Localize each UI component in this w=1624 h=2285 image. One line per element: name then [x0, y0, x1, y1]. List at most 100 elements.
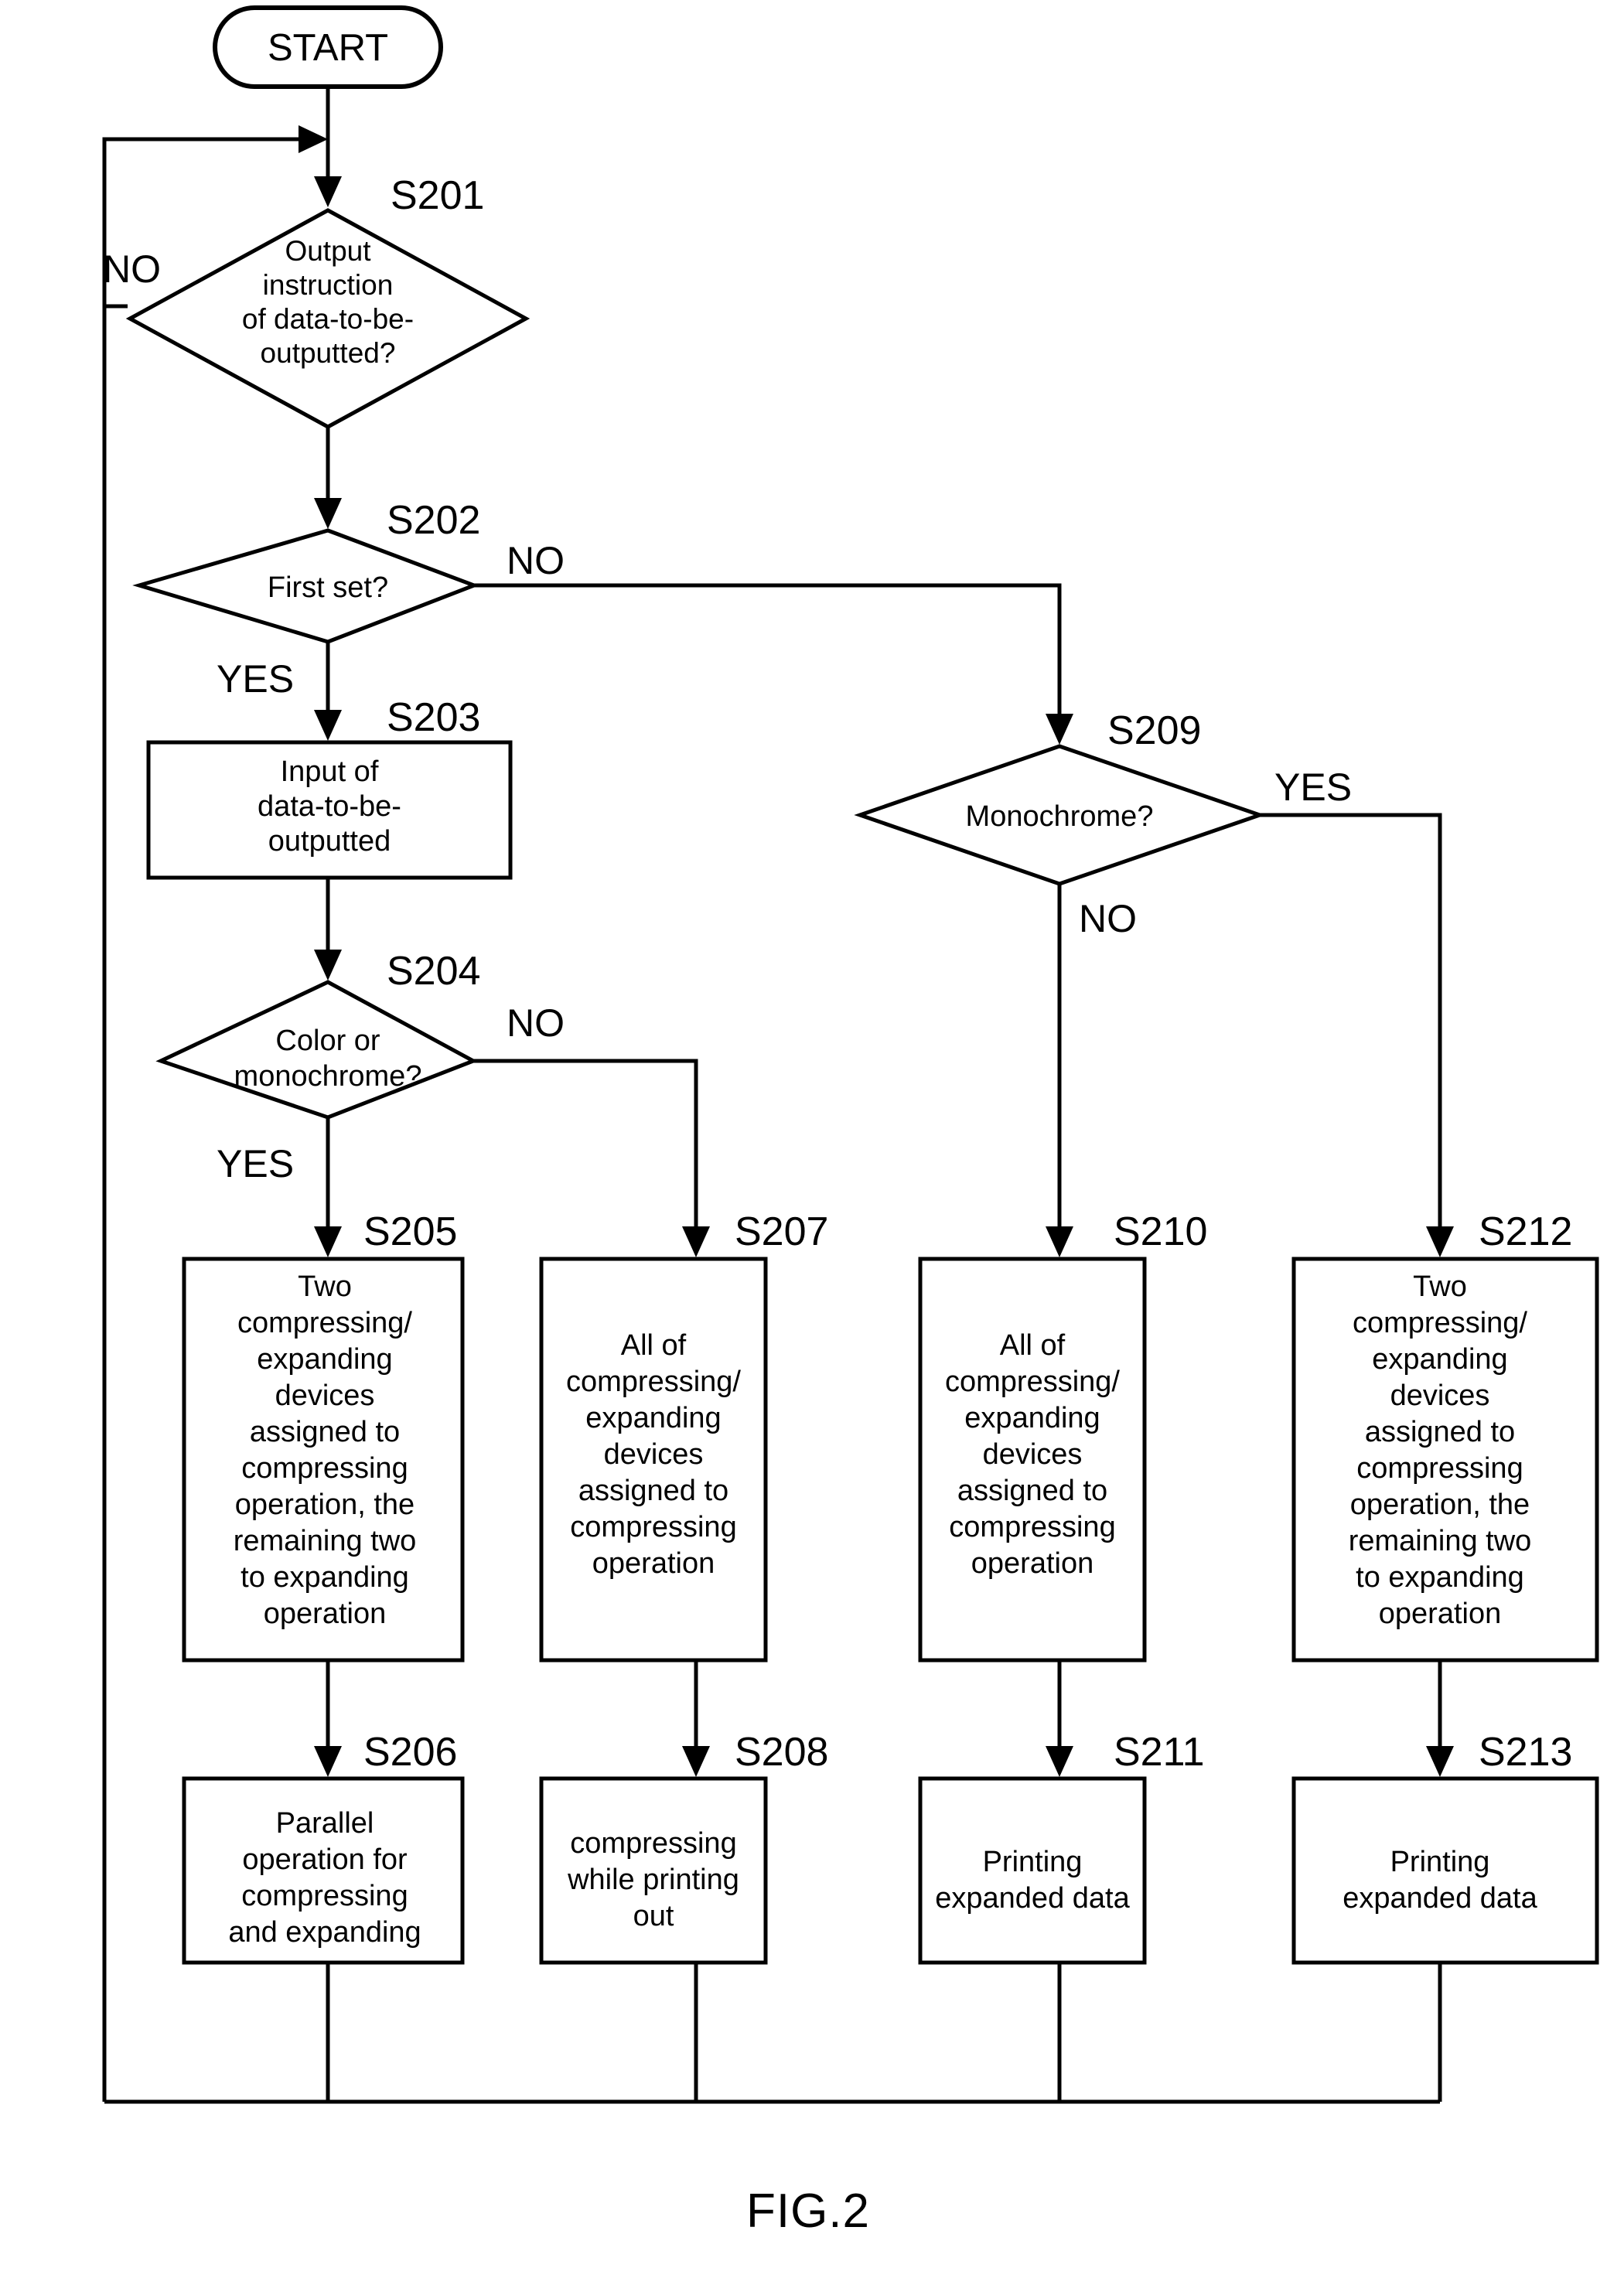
s213-line-0: Printing — [1390, 1846, 1490, 1878]
arrowhead-s209-yes-to-s212 — [1426, 1226, 1454, 1257]
s201-line-2: of data-to-be- — [242, 303, 414, 335]
arrowhead-s204-no-to-s207 — [682, 1226, 710, 1257]
s210-line-0: All of — [1000, 1329, 1066, 1362]
node-s207[interactable]: S207 All of compressing/ expanding devic… — [539, 1209, 828, 1663]
s210-step-id: S210 — [1114, 1209, 1207, 1254]
s212-line-4: assigned to — [1365, 1416, 1515, 1448]
s204-step-id: S204 — [387, 949, 480, 994]
s202-line-0: First set? — [268, 571, 388, 604]
s205-line-1: compressing/ — [237, 1307, 412, 1339]
s201-line-1: instruction — [263, 269, 394, 301]
figure-page: START S201 Output instruction of data-to… — [0, 0, 1624, 2285]
arrowhead-s204-yes-to-s205 — [314, 1226, 342, 1257]
s204-line-1: monochrome? — [234, 1060, 422, 1093]
arrowhead-s203-to-s204 — [314, 950, 342, 981]
node-s210[interactable]: S210 All of compressing/ expanding devic… — [918, 1209, 1207, 1663]
arrowhead-loop-return — [299, 125, 328, 153]
node-s208[interactable]: S208 compressing while printing out — [539, 1730, 828, 1965]
s203-line-1: data-to-be- — [258, 790, 401, 823]
s209-line-0: Monochrome? — [966, 800, 1154, 833]
arrowhead-s212-to-s213 — [1426, 1746, 1454, 1777]
s207-line-2: expanding — [585, 1402, 721, 1434]
node-s202[interactable]: S202 First set? NO YES — [132, 498, 565, 701]
node-s212[interactable]: S212 Two compressing/ expanding devices … — [1291, 1209, 1599, 1663]
s207-step-id: S207 — [735, 1209, 828, 1254]
s212-line-2: expanding — [1372, 1343, 1507, 1376]
s208-line-1: while printing — [567, 1864, 739, 1896]
start-label: START — [268, 27, 388, 69]
s212-line-9: operation — [1379, 1598, 1501, 1630]
s202-branch-yes-label: YES — [217, 657, 294, 701]
s205-line-2: expanding — [257, 1343, 392, 1376]
s210-line-5: compressing — [949, 1511, 1115, 1543]
edge-s209-yes-to-s212 — [1260, 813, 1442, 1236]
s208-step-id: S208 — [735, 1730, 828, 1775]
s212-line-0: Two — [1413, 1270, 1467, 1303]
s211-line-1: expanded data — [935, 1882, 1130, 1915]
s207-line-1: compressing/ — [566, 1366, 741, 1398]
s209-step-id: S209 — [1107, 708, 1201, 753]
s211-step-id: S211 — [1114, 1730, 1205, 1775]
s201-branch-no-label: NO — [103, 247, 161, 291]
figure-caption: FIG.2 — [746, 2184, 870, 2238]
node-s201[interactable]: S201 Output instruction of data-to-be- o… — [103, 173, 531, 429]
arrowhead-s209-no-to-s210 — [1046, 1226, 1073, 1257]
s201-step-id: S201 — [391, 173, 484, 218]
s202-step-id: S202 — [387, 498, 480, 543]
s210-line-6: operation — [971, 1547, 1093, 1580]
s206-line-2: compressing — [241, 1880, 408, 1912]
s210-line-4: assigned to — [957, 1475, 1107, 1507]
arrowhead-start-to-s201 — [314, 176, 342, 207]
s210-line-1: compressing/ — [945, 1366, 1120, 1398]
s202-branch-no-label: NO — [507, 539, 565, 582]
s212-line-6: operation, the — [1350, 1489, 1530, 1521]
s209-branch-yes-label: YES — [1274, 766, 1352, 809]
s205-line-7: remaining two — [234, 1525, 417, 1557]
node-s209[interactable]: S209 Monochrome? YES NO — [854, 708, 1352, 940]
s210-line-2: expanding — [964, 1402, 1100, 1434]
s207-line-6: operation — [592, 1547, 715, 1580]
s209-branch-no-label: NO — [1079, 897, 1137, 940]
s204-branch-yes-label: YES — [217, 1142, 294, 1185]
s208-line-0: compressing — [570, 1827, 736, 1860]
s206-line-1: operation for — [242, 1843, 408, 1876]
arrowhead-s207-to-s208 — [682, 1746, 710, 1777]
s205-line-0: Two — [298, 1270, 352, 1303]
s211-line-0: Printing — [983, 1846, 1083, 1878]
s207-line-4: assigned to — [578, 1475, 728, 1507]
s212-line-1: compressing/ — [1353, 1307, 1527, 1339]
s204-branch-no-label: NO — [507, 1001, 565, 1045]
s213-step-id: S213 — [1479, 1730, 1572, 1775]
s212-line-3: devices — [1390, 1380, 1490, 1412]
s207-line-0: All of — [621, 1329, 687, 1362]
s203-line-2: outputted — [268, 825, 391, 858]
s205-line-6: operation, the — [235, 1489, 415, 1521]
s212-line-7: remaining two — [1349, 1525, 1532, 1557]
s203-line-0: Input of — [281, 755, 379, 788]
s201-line-3: outputted? — [261, 337, 396, 369]
node-s205[interactable]: S205 Two compressing/ expanding devices … — [182, 1209, 465, 1663]
s212-step-id: S212 — [1479, 1209, 1572, 1254]
s208-line-2: out — [633, 1900, 674, 1932]
arrowhead-s202-yes-to-s203 — [314, 710, 342, 741]
arrowhead-s201-to-s202 — [314, 498, 342, 529]
s204-line-0: Color or — [275, 1025, 380, 1057]
s207-line-5: compressing — [570, 1511, 736, 1543]
s201-line-0: Output — [285, 235, 371, 267]
s210-line-3: devices — [983, 1438, 1083, 1471]
s205-line-8: to expanding — [241, 1561, 409, 1594]
s206-step-id: S206 — [363, 1730, 457, 1775]
arrowhead-s202-no-to-s209 — [1046, 714, 1073, 745]
s205-line-5: compressing — [241, 1452, 408, 1485]
s212-line-5: compressing — [1356, 1452, 1523, 1485]
s205-line-4: assigned to — [250, 1416, 400, 1448]
s203-step-id: S203 — [387, 695, 480, 740]
node-s204[interactable]: S204 Color or monochrome? NO YES — [155, 949, 565, 1185]
flowchart-canvas: START S201 Output instruction of data-to… — [102, 5, 1599, 2238]
arrowhead-s210-to-s211 — [1046, 1746, 1073, 1777]
s205-line-9: operation — [264, 1598, 386, 1630]
s213-line-1: expanded data — [1343, 1882, 1537, 1915]
arrowhead-s205-to-s206 — [314, 1746, 342, 1777]
s207-line-3: devices — [604, 1438, 704, 1471]
node-start[interactable]: START — [213, 5, 443, 89]
